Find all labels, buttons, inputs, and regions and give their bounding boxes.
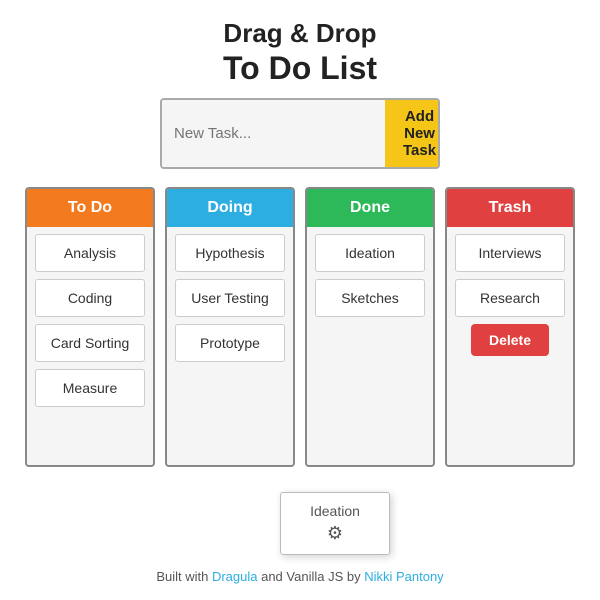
columns-wrapper: To Do Analysis Coding Card Sorting Measure Do…	[10, 187, 590, 467]
task-card[interactable]: Prototype	[175, 324, 285, 362]
column-trash[interactable]: Trash Interviews Research Delete	[445, 187, 575, 467]
header-line1: Drag & Drop	[223, 18, 377, 49]
ghost-drag-icon: ⚙	[287, 523, 383, 544]
column-header-trash: Trash	[447, 189, 573, 227]
task-card[interactable]: Coding	[35, 279, 145, 317]
footer-link-dragula[interactable]: Dragula	[212, 569, 258, 584]
column-done[interactable]: Done Ideation Sketches	[305, 187, 435, 467]
kanban-board: To Do Analysis Coding Card Sorting Measure Do…	[10, 187, 590, 467]
task-card[interactable]: Card Sorting	[35, 324, 145, 362]
page-header: Drag & Drop To Do List	[223, 18, 377, 88]
new-task-input[interactable]	[162, 100, 385, 167]
ghost-card: Ideation ⚙	[280, 492, 390, 555]
add-task-button[interactable]: Add New Task	[385, 100, 440, 167]
task-card[interactable]: Ideation	[315, 234, 425, 272]
footer-link-author[interactable]: Nikki Pantony	[364, 569, 443, 584]
footer-text-middle: and Vanilla JS by	[257, 569, 364, 584]
task-card[interactable]: Hypothesis	[175, 234, 285, 272]
column-todo[interactable]: To Do Analysis Coding Card Sorting Measure	[25, 187, 155, 467]
delete-button[interactable]: Delete	[471, 324, 549, 356]
task-card[interactable]: Sketches	[315, 279, 425, 317]
header-line2: To Do List	[223, 49, 377, 87]
task-card[interactable]: Measure	[35, 369, 145, 407]
task-card[interactable]: Analysis	[35, 234, 145, 272]
task-input-area: Add New Task	[160, 98, 440, 169]
column-doing[interactable]: Doing Hypothesis User Testing Prototype	[165, 187, 295, 467]
drag-ghost: Ideation ⚙	[280, 492, 390, 555]
column-header-done: Done	[307, 189, 433, 227]
task-card[interactable]: User Testing	[175, 279, 285, 317]
footer-text-before: Built with	[156, 569, 212, 584]
column-header-todo: To Do	[27, 189, 153, 227]
task-card[interactable]: Research	[455, 279, 565, 317]
column-header-doing: Doing	[167, 189, 293, 227]
footer: Built with Dragula and Vanilla JS by Nik…	[156, 569, 443, 600]
task-card[interactable]: Interviews	[455, 234, 565, 272]
ghost-card-label: Ideation	[310, 503, 360, 519]
